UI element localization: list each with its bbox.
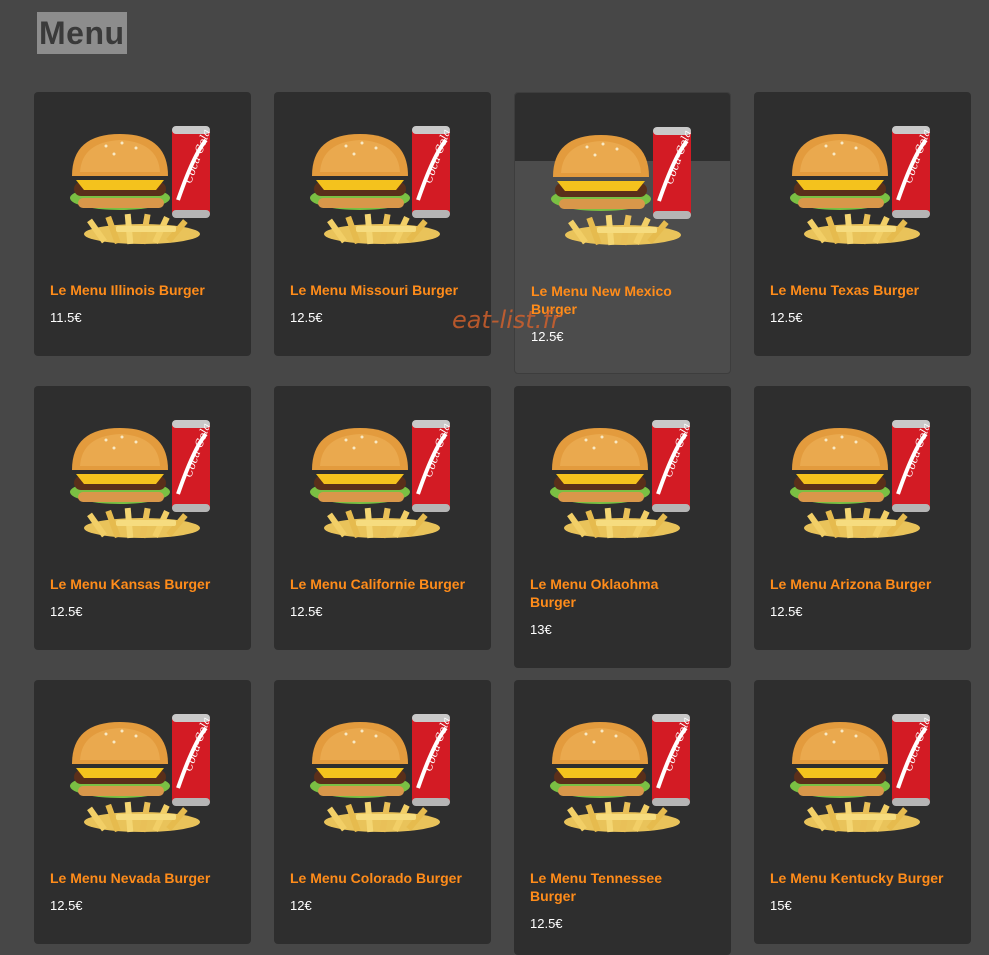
menu-item-price: 13€ <box>530 622 552 637</box>
menu-combo-image <box>788 418 936 541</box>
watermark: eat-list.fr <box>452 306 561 334</box>
menu-card[interactable]: Le Menu Kentucky Burger 15€ <box>754 680 971 944</box>
menu-item-name[interactable]: Le Menu Kentucky Burger <box>770 869 960 887</box>
menu-item-price: 15€ <box>770 898 792 913</box>
menu-card[interactable]: Le Menu Arizona Burger 12.5€ <box>754 386 971 650</box>
menu-item-price: 12€ <box>290 898 312 913</box>
menu-item-name[interactable]: Le Menu Californie Burger <box>290 575 480 593</box>
menu-item-price: 12.5€ <box>290 604 323 619</box>
menu-item-price: 12.5€ <box>770 310 803 325</box>
menu-item-price: 12.5€ <box>770 604 803 619</box>
menu-item-name[interactable]: Le Menu Colorado Burger <box>290 869 480 887</box>
menu-item-name[interactable]: Le Menu Oklaohma Burger <box>530 575 700 611</box>
menu-combo-image <box>68 418 216 541</box>
menu-card[interactable]: Le Menu Californie Burger 12.5€ <box>274 386 491 650</box>
menu-item-name[interactable]: Le Menu Kansas Burger <box>50 575 240 593</box>
menu-combo-image <box>68 124 216 247</box>
menu-combo-image <box>308 712 456 835</box>
menu-card[interactable]: Le Menu Oklaohma Burger 13€ <box>514 386 731 668</box>
menu-combo-image <box>68 712 216 835</box>
menu-card[interactable]: Le Menu Texas Burger 12.5€ <box>754 92 971 356</box>
menu-item-price: 12.5€ <box>50 604 83 619</box>
menu-item-name[interactable]: Le Menu Illinois Burger <box>50 281 240 299</box>
page-title: Menu <box>37 12 127 54</box>
menu-item-price: 12.5€ <box>290 310 323 325</box>
menu-item-name[interactable]: Le Menu Nevada Burger <box>50 869 240 887</box>
menu-item-name[interactable]: Le Menu Texas Burger <box>770 281 960 299</box>
menu-combo-image <box>788 712 936 835</box>
menu-item-name[interactable]: Le Menu Missouri Burger <box>290 281 480 299</box>
menu-combo-image <box>548 712 696 835</box>
menu-combo-image <box>308 124 456 247</box>
menu-page: Menu Le Menu Illinois Burger 11.5€ Le Me… <box>0 0 989 955</box>
menu-item-price: 12.5€ <box>530 916 563 931</box>
menu-item-price: 11.5€ <box>50 310 82 325</box>
menu-item-price: 12.5€ <box>50 898 83 913</box>
menu-card[interactable]: Le Menu Nevada Burger 12.5€ <box>34 680 251 944</box>
menu-combo-image <box>308 418 456 541</box>
menu-card[interactable]: Le Menu Colorado Burger 12€ <box>274 680 491 944</box>
menu-card[interactable]: Le Menu Illinois Burger 11.5€ <box>34 92 251 356</box>
menu-card[interactable]: Le Menu Kansas Burger 12.5€ <box>34 386 251 650</box>
menu-item-name[interactable]: Le Menu Arizona Burger <box>770 575 960 593</box>
menu-combo-image <box>549 125 697 248</box>
menu-item-name[interactable]: Le Menu Tennessee Burger <box>530 869 700 905</box>
menu-combo-image <box>788 124 936 247</box>
menu-combo-image <box>548 418 696 541</box>
menu-card[interactable]: Le Menu Tennessee Burger 12.5€ <box>514 680 731 955</box>
